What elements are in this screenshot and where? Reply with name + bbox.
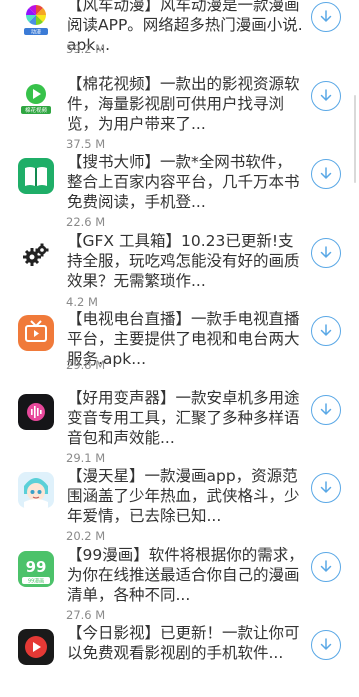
list-item[interactable]: 【GFX 工具箱】10.23已更新!支持全服，玩吃鸡怎能没有好的画质效果？无需繁… [0,226,359,309]
app-description[interactable]: 【99漫画】软件将根据你的需求，为你在线推送最适合你自己的漫画清单，各种不同..… [67,545,305,605]
download-button[interactable] [311,2,341,32]
app-description[interactable]: 【漫天星】一款漫画app，资源范围涵盖了少年热血，武侠格斗，少年爱情，已去除已知… [67,466,305,526]
book-icon[interactable] [18,158,54,194]
app-list: 动漫 【风车动漫】风车动漫是一款漫画阅读APP。网络超多热门漫画小说.apk...… [0,0,359,697]
jinri-icon[interactable] [18,629,54,665]
app-description[interactable]: 【棉花视频】一款出的影视资源软件，海量影视剧可供用户找寻浏览，为用户带来了... [67,74,305,134]
download-button[interactable] [311,316,341,346]
gears-icon[interactable] [18,236,54,273]
anime-icon[interactable] [18,472,54,508]
download-button[interactable] [311,630,341,660]
app-size: 29.8 M [66,358,106,372]
download-button[interactable] [311,473,341,503]
app-size: 59.2 M [66,42,106,56]
app-description[interactable]: 【GFX 工具箱】10.23已更新!支持全服，玩吃鸡怎能没有好的画质效果？无需繁… [67,231,305,291]
list-item[interactable]: 【电视电台直播】一款手电视直播平台，主要提供了电视和电台两大服务.apk... 2… [0,304,359,383]
download-button[interactable] [311,159,341,189]
manga99-icon-label: 99漫画 [28,577,44,584]
app-description[interactable]: 【好用变声器】一款安卓机多用途变音专用工具，汇聚了多种多样语音包和声效能... [67,388,305,448]
list-item[interactable]: 【搜书大师】一款*全网书软件，整合上百家内容平台，几千万本书免费阅读，手机登..… [0,147,359,229]
app-description[interactable]: 【今日影视】已更新！一款让你可以免费观看影视剧的手机软件... [67,623,305,663]
manga99-icon[interactable]: 99 99漫画 [18,550,54,587]
download-button[interactable] [311,394,341,425]
tv-icon[interactable] [18,315,54,351]
voice-icon[interactable] [18,393,54,430]
download-button[interactable] [311,237,341,268]
download-button[interactable] [311,551,341,582]
list-item[interactable]: 动漫 【风车动漫】风车动漫是一款漫画阅读APP。网络超多热门漫画小说.apk...… [0,0,359,69]
list-item[interactable]: 99 99漫画 【99漫画】软件将根据你的需求，为你在线推送最适合你自己的漫画清单… [0,540,359,622]
fengche-icon-label: 动漫 [31,29,41,36]
list-item[interactable]: 【漫天星】一款漫画app，资源范围涵盖了少年热血，武侠格斗，少年爱情，已去除已知… [0,461,359,543]
scrollbar[interactable] [354,95,356,183]
mianhua-icon-label: 棉花视频 [25,106,48,114]
list-item[interactable]: 【好用变声器】一款安卓机多用途变音专用工具，汇聚了多种多样语音包和声效能... 2… [0,383,359,465]
mianhua-icon[interactable]: 棉花视频 [18,79,54,116]
fengche-icon[interactable]: 动漫 [18,1,54,37]
manga99-icon-number: 99 [26,558,47,576]
app-description[interactable]: 【搜书大师】一款*全网书软件，整合上百家内容平台，几千万本书免费阅读，手机登..… [67,152,305,212]
download-button[interactable] [311,80,341,111]
list-item[interactable]: 棉花视频 【棉花视频】一款出的影视资源软件，海量影视剧可供用户找寻浏览，为用户带来… [0,69,359,151]
list-item[interactable]: 【今日影视】已更新！一款让你可以免费观看影视剧的手机软件... [0,618,359,697]
